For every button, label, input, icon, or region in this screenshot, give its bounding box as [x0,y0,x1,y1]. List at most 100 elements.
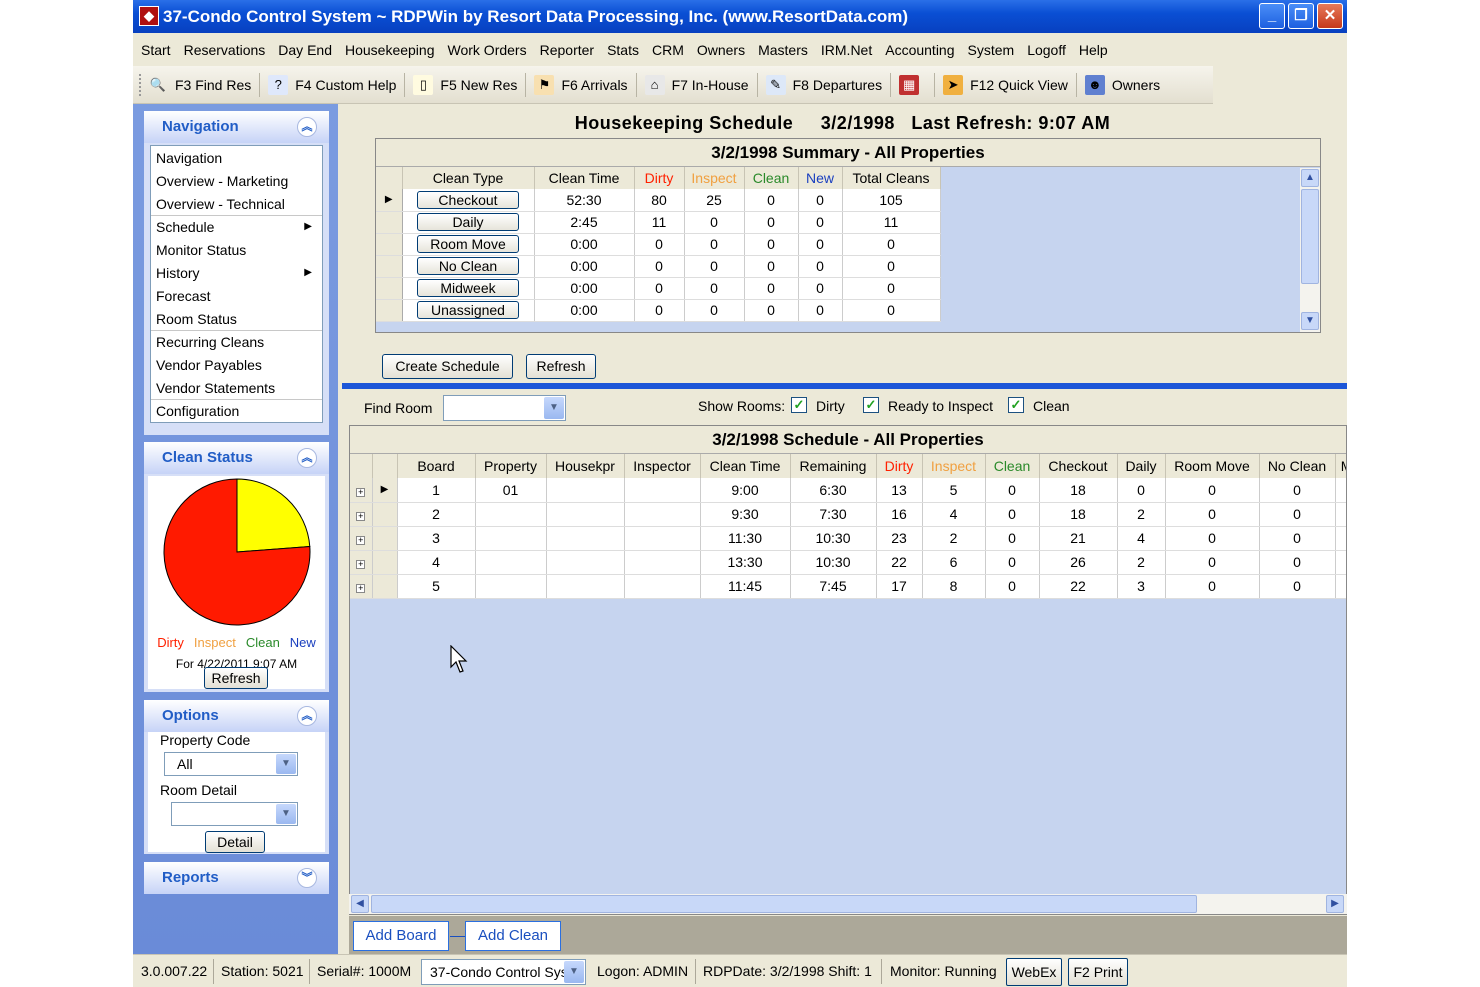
ready-to-inspect-checkbox[interactable]: ✓ [863,397,879,413]
clean-type-button[interactable]: Checkout [417,190,519,209]
summary-row[interactable]: ▶ Checkout 52:30 80 25 0 0 105 [376,189,941,212]
schedule-horizontal-scrollbar[interactable]: ◀ ▶ [349,894,1347,914]
toolbar-grip[interactable] [139,73,142,96]
menu-housekeeping[interactable]: Housekeeping [345,42,435,58]
expand-row-toggle[interactable]: + [350,478,373,503]
schedule-col-header[interactable]: Mid [1335,454,1346,478]
collapse-chevron-icon[interactable]: ︽ [297,117,317,137]
schedule-scroll-thumb[interactable] [371,895,1197,913]
schedule-col-header[interactable]: Clean [985,454,1040,478]
plus-icon[interactable]: + [356,487,366,497]
scroll-down-icon[interactable]: ▼ [1301,312,1319,330]
summary-col-header[interactable]: Clean Time [534,167,635,189]
toolbar-button-f12-quick-view[interactable]: ➤ F12 Quick View [943,74,1068,95]
clean-checkbox[interactable]: ✓ [1008,397,1024,413]
nav-item-forecast[interactable]: Forecast [151,284,322,307]
refresh-button[interactable]: Refresh [526,354,596,379]
minimize-button[interactable]: _ [1259,3,1285,29]
summary-row[interactable]: Room Move 0:00 0 0 0 0 0 [376,233,941,256]
nav-item-room-status[interactable]: Room Status [151,307,322,330]
chevron-down-icon[interactable]: ▼ [544,397,564,419]
schedule-col-header[interactable]: Room Move [1165,454,1260,478]
clean-status-refresh-button[interactable]: Refresh [204,667,268,689]
nav-item-overview-technical[interactable]: Overview - Technical [151,192,322,215]
row-selector[interactable]: ▶ [376,189,403,212]
menu-reservations[interactable]: Reservations [184,42,266,58]
navigation-panel-header[interactable]: Navigation ︽ [144,111,329,143]
expand-chevron-icon[interactable]: ︾ [297,868,317,888]
options-panel-header[interactable]: Options ︽ [144,700,329,732]
expand-row-toggle[interactable]: + [350,574,373,599]
nav-item-history[interactable]: History ▶ [151,261,322,284]
nav-item-vendor-statements[interactable]: Vendor Statements [151,376,322,399]
menu-work-orders[interactable]: Work Orders [448,42,527,58]
clean-type-button[interactable]: Daily [417,213,519,231]
expand-row-toggle[interactable]: + [350,502,373,527]
nav-item-monitor-status[interactable]: Monitor Status [151,238,322,261]
room-detail-select[interactable]: ▼ [171,802,298,826]
schedule-col-header[interactable]: Daily [1117,454,1166,478]
menu-irm-net[interactable]: IRM.Net [821,42,872,58]
schedule-row[interactable]: +4 13:30 10:30 22 6 0 26 2 0 0 [350,550,1346,575]
toolbar-button-f4-custom-help[interactable]: ? F4 Custom Help [268,74,396,95]
summary-row[interactable]: Daily 2:45 11 0 0 0 11 [376,211,941,234]
schedule-col-header[interactable]: Inspector [624,454,701,478]
toolbar-button-f5-new-res[interactable]: ▯ F5 New Res [413,74,517,95]
row-selector[interactable] [376,255,403,278]
schedule-col-header[interactable]: Checkout [1039,454,1118,478]
collapse-chevron-icon[interactable]: ︽ [297,706,317,726]
summary-scroll-thumb[interactable] [1301,189,1319,284]
create-schedule-button[interactable]: Create Schedule [382,354,513,379]
row-selector[interactable] [376,277,403,300]
row-selector[interactable] [372,574,398,599]
reports-panel-header[interactable]: Reports ︾ [144,862,329,894]
chevron-down-icon[interactable]: ▼ [564,961,584,983]
toolbar-button-f3-find-res[interactable]: 🔍 F3 Find Res [148,75,251,95]
menu-logoff[interactable]: Logoff [1027,42,1066,58]
clean-type-button[interactable]: Room Move [417,235,519,253]
schedule-col-header[interactable]: Board [397,454,476,478]
collapse-chevron-icon[interactable]: ︽ [297,448,317,468]
toolbar-button-calendar[interactable]: ▦ [899,74,926,95]
nav-item-recurring-cleans[interactable]: Recurring Cleans [151,330,322,353]
scroll-left-icon[interactable]: ◀ [351,895,369,913]
row-selector[interactable] [372,550,398,575]
close-button[interactable]: ✕ [1317,3,1343,29]
add-board-button[interactable]: Add Board [353,921,449,951]
summary-col-header[interactable]: Total Cleans [842,167,941,189]
chevron-down-icon[interactable]: ▼ [276,754,296,774]
summary-col-header[interactable]: Clean Type [402,167,535,189]
schedule-col-header[interactable]: Clean Time [700,454,791,478]
row-selector[interactable] [376,299,403,322]
menu-system[interactable]: System [968,42,1015,58]
toolbar-button-f6-arrivals[interactable]: ⚑ F6 Arrivals [534,74,628,95]
print-button[interactable]: F2 Print [1068,958,1128,986]
clean-type-button[interactable]: Midweek [417,279,519,297]
menu-start[interactable]: Start [141,42,171,58]
system-select[interactable]: 37-Condo Control Syst ▼ [421,959,586,985]
row-selector[interactable] [376,233,403,256]
menu-masters[interactable]: Masters [758,42,808,58]
toolbar-button-owners[interactable]: ☻ Owners [1084,74,1160,95]
menu-reporter[interactable]: Reporter [540,42,594,58]
row-selector[interactable] [372,502,398,527]
expand-row-toggle[interactable]: + [350,550,373,575]
menu-accounting[interactable]: Accounting [885,42,954,58]
summary-vertical-scrollbar[interactable]: ▲ ▼ [1300,168,1320,332]
summary-row[interactable]: No Clean 0:00 0 0 0 0 0 [376,255,941,278]
webex-button[interactable]: WebEx [1006,958,1062,986]
property-code-select[interactable]: All ▼ [164,752,298,776]
toolbar-button-f8-departures[interactable]: ✎ F8 Departures [765,74,882,95]
row-selector[interactable] [372,526,398,551]
nav-item-schedule[interactable]: Schedule ▶ [151,215,322,238]
summary-col-header[interactable]: New [798,167,843,189]
menu-stats[interactable]: Stats [607,42,639,58]
clean-status-panel-header[interactable]: Clean Status ︽ [144,442,329,474]
summary-row[interactable]: Midweek 0:00 0 0 0 0 0 [376,277,941,300]
find-room-select[interactable]: ▼ [443,395,566,421]
schedule-row[interactable]: +5 11:45 7:45 17 8 0 22 3 0 0 [350,574,1346,599]
section-divider[interactable] [342,383,1347,389]
menu-crm[interactable]: CRM [652,42,684,58]
restore-button[interactable]: ❐ [1288,3,1314,29]
plus-icon[interactable]: + [356,584,366,593]
